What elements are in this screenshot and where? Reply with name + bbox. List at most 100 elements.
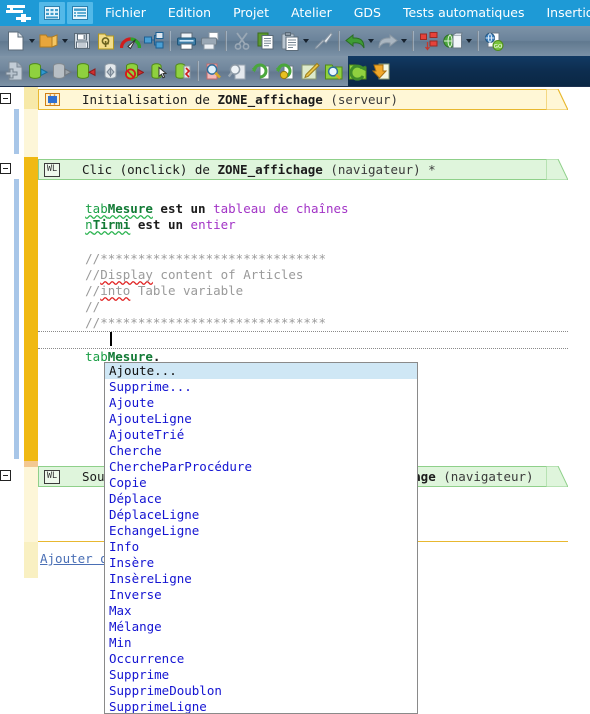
floppy-save-icon <box>74 33 90 49</box>
edit-page-button[interactable] <box>298 58 322 84</box>
db-forbidden-icon <box>125 62 144 79</box>
menu-item-fichier[interactable]: Fichier <box>94 0 157 26</box>
undo-caret-icon[interactable] <box>368 39 374 43</box>
redo-caret-icon[interactable] <box>401 39 407 43</box>
gutter-change-indicator-initialisation <box>24 87 38 109</box>
run-query-button[interactable] <box>26 58 50 84</box>
globe-go-icon: GO <box>484 32 503 51</box>
paste-caret-icon[interactable] <box>303 39 309 43</box>
inspect-folder-button[interactable] <box>322 58 346 84</box>
print-button[interactable] <box>174 28 198 54</box>
autocomplete-item-ajoute-dialog[interactable]: Ajoute... <box>105 363 417 379</box>
code-token-misspelled: into <box>100 283 131 298</box>
save-all-button[interactable] <box>94 28 118 54</box>
new-file-caret-icon[interactable] <box>29 39 35 43</box>
download-arrow-icon <box>372 63 390 79</box>
banner-initialisation-text: Initialisation de ZONE_affichage (serveu… <box>82 92 398 107</box>
db-record-button[interactable] <box>74 58 98 84</box>
project-explorer-toggle[interactable] <box>39 2 65 24</box>
undo-button[interactable] <box>343 28 367 54</box>
autocomplete-item-supprime-dialog[interactable]: Supprime... <box>105 379 417 395</box>
init-icon <box>44 93 60 107</box>
uml-structure-button[interactable] <box>142 28 166 54</box>
db-select-button[interactable] <box>146 58 170 84</box>
new-analysis-button[interactable] <box>2 58 26 84</box>
db-delete-icon <box>174 62 190 79</box>
refresh-page-button[interactable] <box>250 58 274 84</box>
redo-button[interactable] <box>376 28 400 54</box>
node-tree-icon <box>144 31 164 48</box>
db-connection-button[interactable] <box>50 58 74 84</box>
menu-item-edition[interactable]: Edition <box>157 0 222 26</box>
autocomplete-item-supprimeligne[interactable]: SupprimeLigne <box>105 699 417 713</box>
toolbar-separator <box>197 61 199 81</box>
wlanguage-chip-icon: WL <box>44 469 60 484</box>
autocomplete-item-occurrence[interactable]: Occurrence <box>105 651 417 667</box>
autocomplete-item-cherche[interactable]: Cherche <box>105 443 417 459</box>
list-panel-icon <box>72 6 88 20</box>
open-folder-button[interactable] <box>37 28 61 54</box>
autocomplete-item-ajoutetrie[interactable]: AjouteTrié <box>105 427 417 443</box>
db-play-icon <box>29 62 48 79</box>
print-preview-button[interactable] <box>198 28 222 54</box>
banner-initialisation[interactable]: Initialisation de ZONE_affichage (serveu… <box>38 89 568 110</box>
member-autocomplete-popup[interactable]: Ajoute... Supprime... Ajoute AjouteLigne… <box>104 362 418 714</box>
autocomplete-item-insere[interactable]: Insère <box>105 555 417 571</box>
menu-item-atelier[interactable]: Atelier <box>280 0 343 26</box>
autocomplete-item-insereligne[interactable]: InsèreLigne <box>105 571 417 587</box>
autocomplete-item-ajoute[interactable]: Ajoute <box>105 395 417 411</box>
cut-button[interactable] <box>230 28 254 54</box>
autocomplete-item-chercheparprocedure[interactable]: ChercheParProcédure <box>105 459 417 475</box>
autocomplete-item-inverse[interactable]: Inverse <box>105 587 417 603</box>
web-publish-button[interactable]: GO <box>482 28 506 54</box>
paste-button[interactable] <box>278 28 302 54</box>
folder-magnifier-icon <box>325 64 343 79</box>
menu-item-gds[interactable]: GDS <box>343 0 392 26</box>
document-panel-toggle[interactable] <box>67 2 93 24</box>
autocomplete-item-deplaceligne[interactable]: DéplaceLigne <box>105 507 417 523</box>
refresh-project-button[interactable] <box>274 58 298 84</box>
deploy-caret-icon[interactable] <box>466 39 472 43</box>
autocomplete-item-max[interactable]: Max <box>105 603 417 619</box>
autocomplete-item-ajouteligne[interactable]: AjouteLigne <box>105 411 417 427</box>
new-file-button[interactable] <box>4 28 28 54</box>
format-painter-button[interactable] <box>311 28 335 54</box>
save-button[interactable] <box>70 28 94 54</box>
autocomplete-item-echangeligne[interactable]: EchangeLigne <box>105 523 417 539</box>
copy-button[interactable] <box>254 28 278 54</box>
fold-toggle-souris[interactable] <box>0 470 11 481</box>
autocomplete-item-supprimedoublon[interactable]: SupprimeDoublon <box>105 683 417 699</box>
code-editor-pane[interactable]: Initialisation de ZONE_affichage (serveu… <box>0 87 590 714</box>
fold-toggle-clic[interactable] <box>0 163 11 174</box>
menu-item-projet[interactable]: Projet <box>222 0 280 26</box>
autocomplete-item-deplace[interactable]: Déplace <box>105 491 417 507</box>
db-stop-button[interactable] <box>122 58 146 84</box>
menu-bar: Fichier Edition Projet Atelier GDS Tests… <box>0 0 590 26</box>
wlanguage-chip-label: WL <box>46 164 58 175</box>
db-mirror-icon <box>104 62 116 79</box>
autocomplete-item-supprime[interactable]: Supprime <box>105 667 417 683</box>
toolbar-separator <box>225 31 227 51</box>
search-replace-button[interactable] <box>226 58 250 84</box>
menu-item-insertion[interactable]: Insertion <box>535 0 590 26</box>
db-delete-button[interactable] <box>170 58 194 84</box>
fold-toggle-initialisation[interactable] <box>0 93 11 104</box>
performance-button[interactable] <box>118 28 142 54</box>
search-data-button[interactable] <box>202 58 226 84</box>
banner-clic-onclick[interactable]: WL Clic (onclick) de ZONE_affichage (nav… <box>38 159 568 180</box>
autocomplete-item-melange[interactable]: Mélange <box>105 619 417 635</box>
align-button[interactable] <box>417 28 441 54</box>
gutter-change-indicator-clic <box>24 157 38 461</box>
autocomplete-item-info[interactable]: Info <box>105 539 417 555</box>
pencil-page-icon <box>301 62 320 79</box>
autocomplete-item-min[interactable]: Min <box>105 635 417 651</box>
download-button[interactable] <box>370 58 394 84</box>
printer-preview-icon <box>200 32 218 50</box>
db-mirror-button[interactable] <box>98 58 122 84</box>
menu-item-tests-automatiques[interactable]: Tests automatiques <box>392 0 536 26</box>
autocomplete-item-copie[interactable]: Copie <box>105 475 417 491</box>
sync-folder-button[interactable] <box>346 58 370 84</box>
align-distribute-icon <box>419 31 437 51</box>
open-folder-caret-icon[interactable] <box>62 39 68 43</box>
deploy-button[interactable] <box>441 28 465 54</box>
